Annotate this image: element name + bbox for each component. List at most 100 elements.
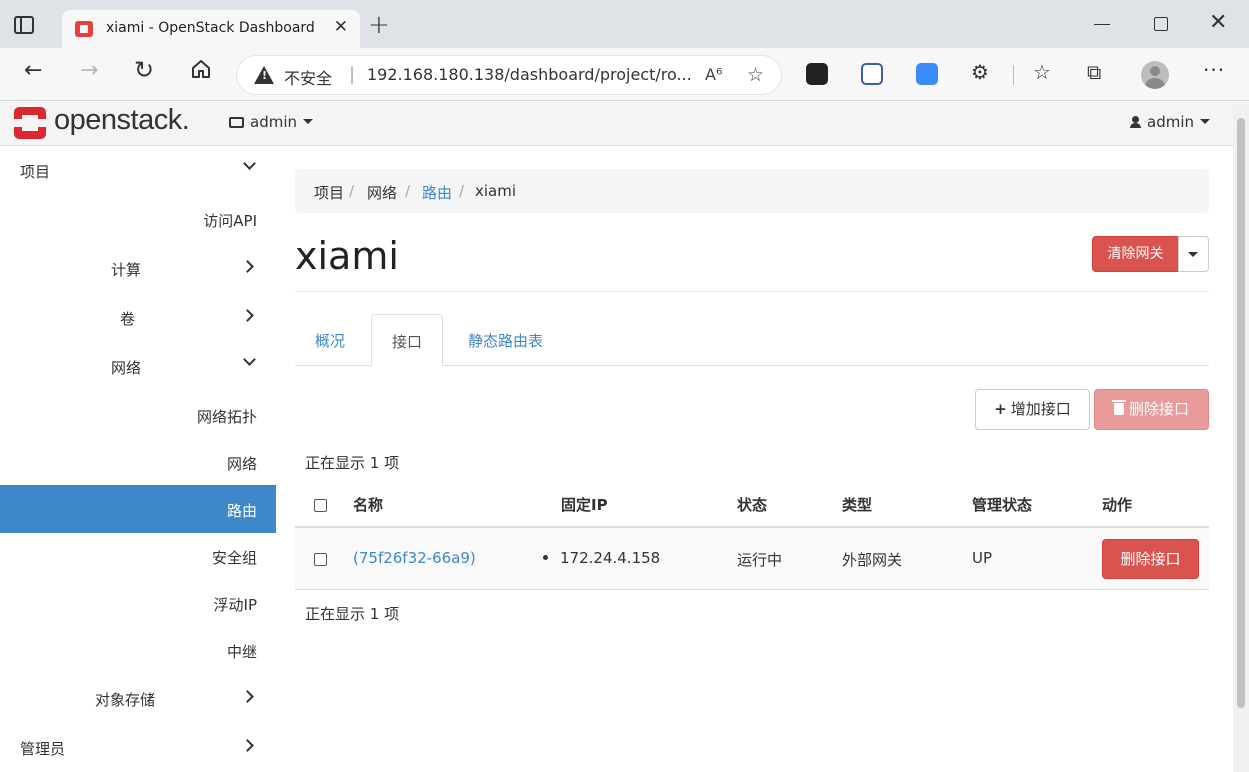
sidebar-item-label: 访问API — [203, 212, 257, 230]
interface-name-link[interactable]: (75f26f32-66a9) — [353, 549, 476, 567]
sidebar-item-networks[interactable]: 网络 — [0, 438, 276, 486]
sidebar-item-api-access[interactable]: 访问API — [0, 195, 276, 243]
breadcrumb-link-routers[interactable]: 路由 — [422, 182, 452, 203]
column-header-status[interactable]: 状态 — [737, 494, 767, 515]
back-arrow-icon[interactable]: ← — [24, 60, 42, 82]
read-aloud-icon[interactable]: A⁶ — [705, 65, 722, 84]
user-name: admin — [1147, 113, 1194, 131]
sidebar-item-label: 网络 — [226, 455, 257, 473]
sidebar-item-label: 项目 — [20, 163, 51, 181]
tab-actions-icon[interactable] — [14, 16, 34, 34]
profile-avatar[interactable] — [1141, 61, 1169, 89]
openstack-favicon-icon — [75, 21, 93, 37]
collections-icon[interactable]: ⧉ — [1087, 60, 1109, 84]
address-bar[interactable]: 不安全 | 192.168.180.138/dashboard/project/… — [236, 55, 782, 95]
status-cell: 运行中 — [737, 551, 783, 569]
sidebar-item-label: 网络拓扑 — [196, 408, 257, 426]
more-menu-icon[interactable]: ··· — [1203, 58, 1225, 82]
caret-down-icon — [303, 119, 313, 124]
browser-toolbar: ← → ↻ 不安全 | 192.168.180.138/dashboard/pr… — [0, 48, 1249, 101]
row-checkbox[interactable] — [314, 553, 327, 566]
new-tab-icon[interactable]: + — [368, 12, 390, 38]
home-icon[interactable] — [190, 58, 212, 80]
user-icon — [1130, 116, 1141, 128]
sidebar: 项目 访问API 计算 卷 网络 网络拓扑 网络 路由 安全组 浮动IP 中继 … — [0, 146, 276, 772]
sidebar-item-trunks[interactable]: 中继 — [0, 626, 276, 674]
chevron-down-icon — [243, 353, 256, 366]
forward-arrow-icon[interactable]: → — [80, 60, 98, 82]
caret-down-icon — [1188, 252, 1198, 257]
sidebar-item-admin[interactable]: 管理员 — [0, 723, 276, 771]
delete-interface-button[interactable]: 删除接口 — [1102, 539, 1199, 579]
window-minimize-icon[interactable] — [1094, 24, 1110, 25]
sidebar-item-label: 中继 — [226, 643, 257, 661]
select-all-checkbox[interactable] — [314, 499, 327, 512]
browser-tab-bar: xiami - OpenStack Dashboard ✕ + ✕ — [0, 0, 1249, 48]
sidebar-item-label: 管理员 — [20, 740, 66, 758]
page-scrollbar[interactable] — [1233, 102, 1249, 772]
edit-extension-icon[interactable] — [916, 63, 938, 85]
sidebar-item-label: 浮动IP — [213, 596, 257, 614]
column-header-fixed-ip[interactable]: 固定IP — [561, 494, 608, 515]
window-close-icon[interactable]: ✕ — [1209, 10, 1227, 35]
plus-icon: + — [994, 400, 1007, 418]
window-maximize-icon[interactable] — [1154, 17, 1168, 31]
project-picker[interactable]: admin — [229, 113, 313, 131]
project-name: admin — [250, 113, 297, 131]
sidebar-item-network[interactable]: 网络 — [0, 342, 276, 390]
breadcrumb-separator: / — [349, 182, 355, 200]
table-count-bottom: 正在显示 1 项 — [305, 605, 400, 623]
sidebar-item-project[interactable]: 项目 — [0, 146, 276, 194]
sidebar-item-label: 卷 — [120, 310, 136, 328]
sidebar-item-volumes[interactable]: 卷 — [0, 293, 276, 341]
sidebar-item-network-topology[interactable]: 网络拓扑 — [0, 391, 276, 439]
favorites-icon[interactable]: ☆ — [1033, 60, 1055, 84]
add-interface-button[interactable]: + 增加接口 — [975, 389, 1090, 430]
add-interface-label: 增加接口 — [1010, 400, 1071, 418]
sidebar-item-compute[interactable]: 计算 — [0, 244, 276, 292]
extensions-puzzle-icon[interactable]: ⚙ — [971, 60, 993, 84]
user-menu[interactable]: admin — [1130, 113, 1210, 131]
delete-interfaces-label: 删除接口 — [1128, 400, 1189, 418]
security-label[interactable]: 不安全 — [284, 65, 332, 89]
sidebar-item-label: 网络 — [111, 359, 142, 377]
sidebar-item-label: 安全组 — [211, 549, 257, 567]
url-text[interactable]: 192.168.180.138/dashboard/project/ro... — [367, 65, 692, 84]
column-header-type[interactable]: 类型 — [842, 494, 872, 515]
tab-overview[interactable]: 概况 — [295, 314, 365, 366]
fixed-ip-value: 172.24.4.158 — [560, 549, 661, 567]
gateway-actions-dropdown[interactable] — [1178, 236, 1209, 272]
column-header-actions: 动作 — [1102, 496, 1133, 514]
tab-close-icon[interactable]: ✕ — [334, 17, 348, 37]
extension-icon[interactable] — [806, 63, 828, 85]
openstack-logo-icon[interactable] — [12, 107, 48, 139]
title-divider — [295, 291, 1209, 292]
tab-interfaces[interactable]: 接口 — [371, 314, 444, 366]
sidebar-item-routers[interactable]: 路由 — [0, 485, 276, 533]
clear-gateway-button[interactable]: 清除网关 — [1092, 236, 1179, 272]
toolbar-divider — [1013, 65, 1014, 85]
browser-tab[interactable]: xiami - OpenStack Dashboard ✕ — [62, 10, 360, 48]
chevron-right-icon — [241, 690, 254, 703]
openstack-header: openstack. admin admin — [0, 102, 1233, 146]
chevron-right-icon — [241, 260, 254, 273]
caret-down-icon — [1200, 119, 1210, 124]
sidebar-item-label: 计算 — [111, 261, 142, 279]
sidebar-item-floating-ips[interactable]: 浮动IP — [0, 579, 276, 627]
delete-interfaces-button[interactable]: 删除接口 — [1094, 389, 1209, 430]
column-header-admin-state[interactable]: 管理状态 — [972, 494, 1032, 515]
scrollbar-thumb[interactable] — [1237, 118, 1245, 708]
sidebar-item-object-store[interactable]: 对象存储 — [0, 674, 276, 722]
add-favorite-icon[interactable]: ☆ — [747, 64, 764, 86]
reader-extension-icon[interactable] — [861, 63, 883, 85]
openstack-logo-text[interactable]: openstack. — [54, 104, 190, 137]
table-row: (75f26f32-66a9) 172.24.4.158 运行中 外部网关 UP… — [295, 528, 1209, 590]
admin-state-cell: UP — [972, 549, 993, 567]
warning-icon[interactable] — [254, 66, 274, 84]
sidebar-item-security-groups[interactable]: 安全组 — [0, 532, 276, 580]
breadcrumb-item: 项目 — [314, 184, 345, 202]
address-divider: | — [349, 64, 356, 85]
tab-static-routes[interactable]: 静态路由表 — [448, 314, 563, 366]
column-header-name[interactable]: 名称 — [353, 494, 383, 515]
reload-icon[interactable]: ↻ — [134, 58, 154, 82]
